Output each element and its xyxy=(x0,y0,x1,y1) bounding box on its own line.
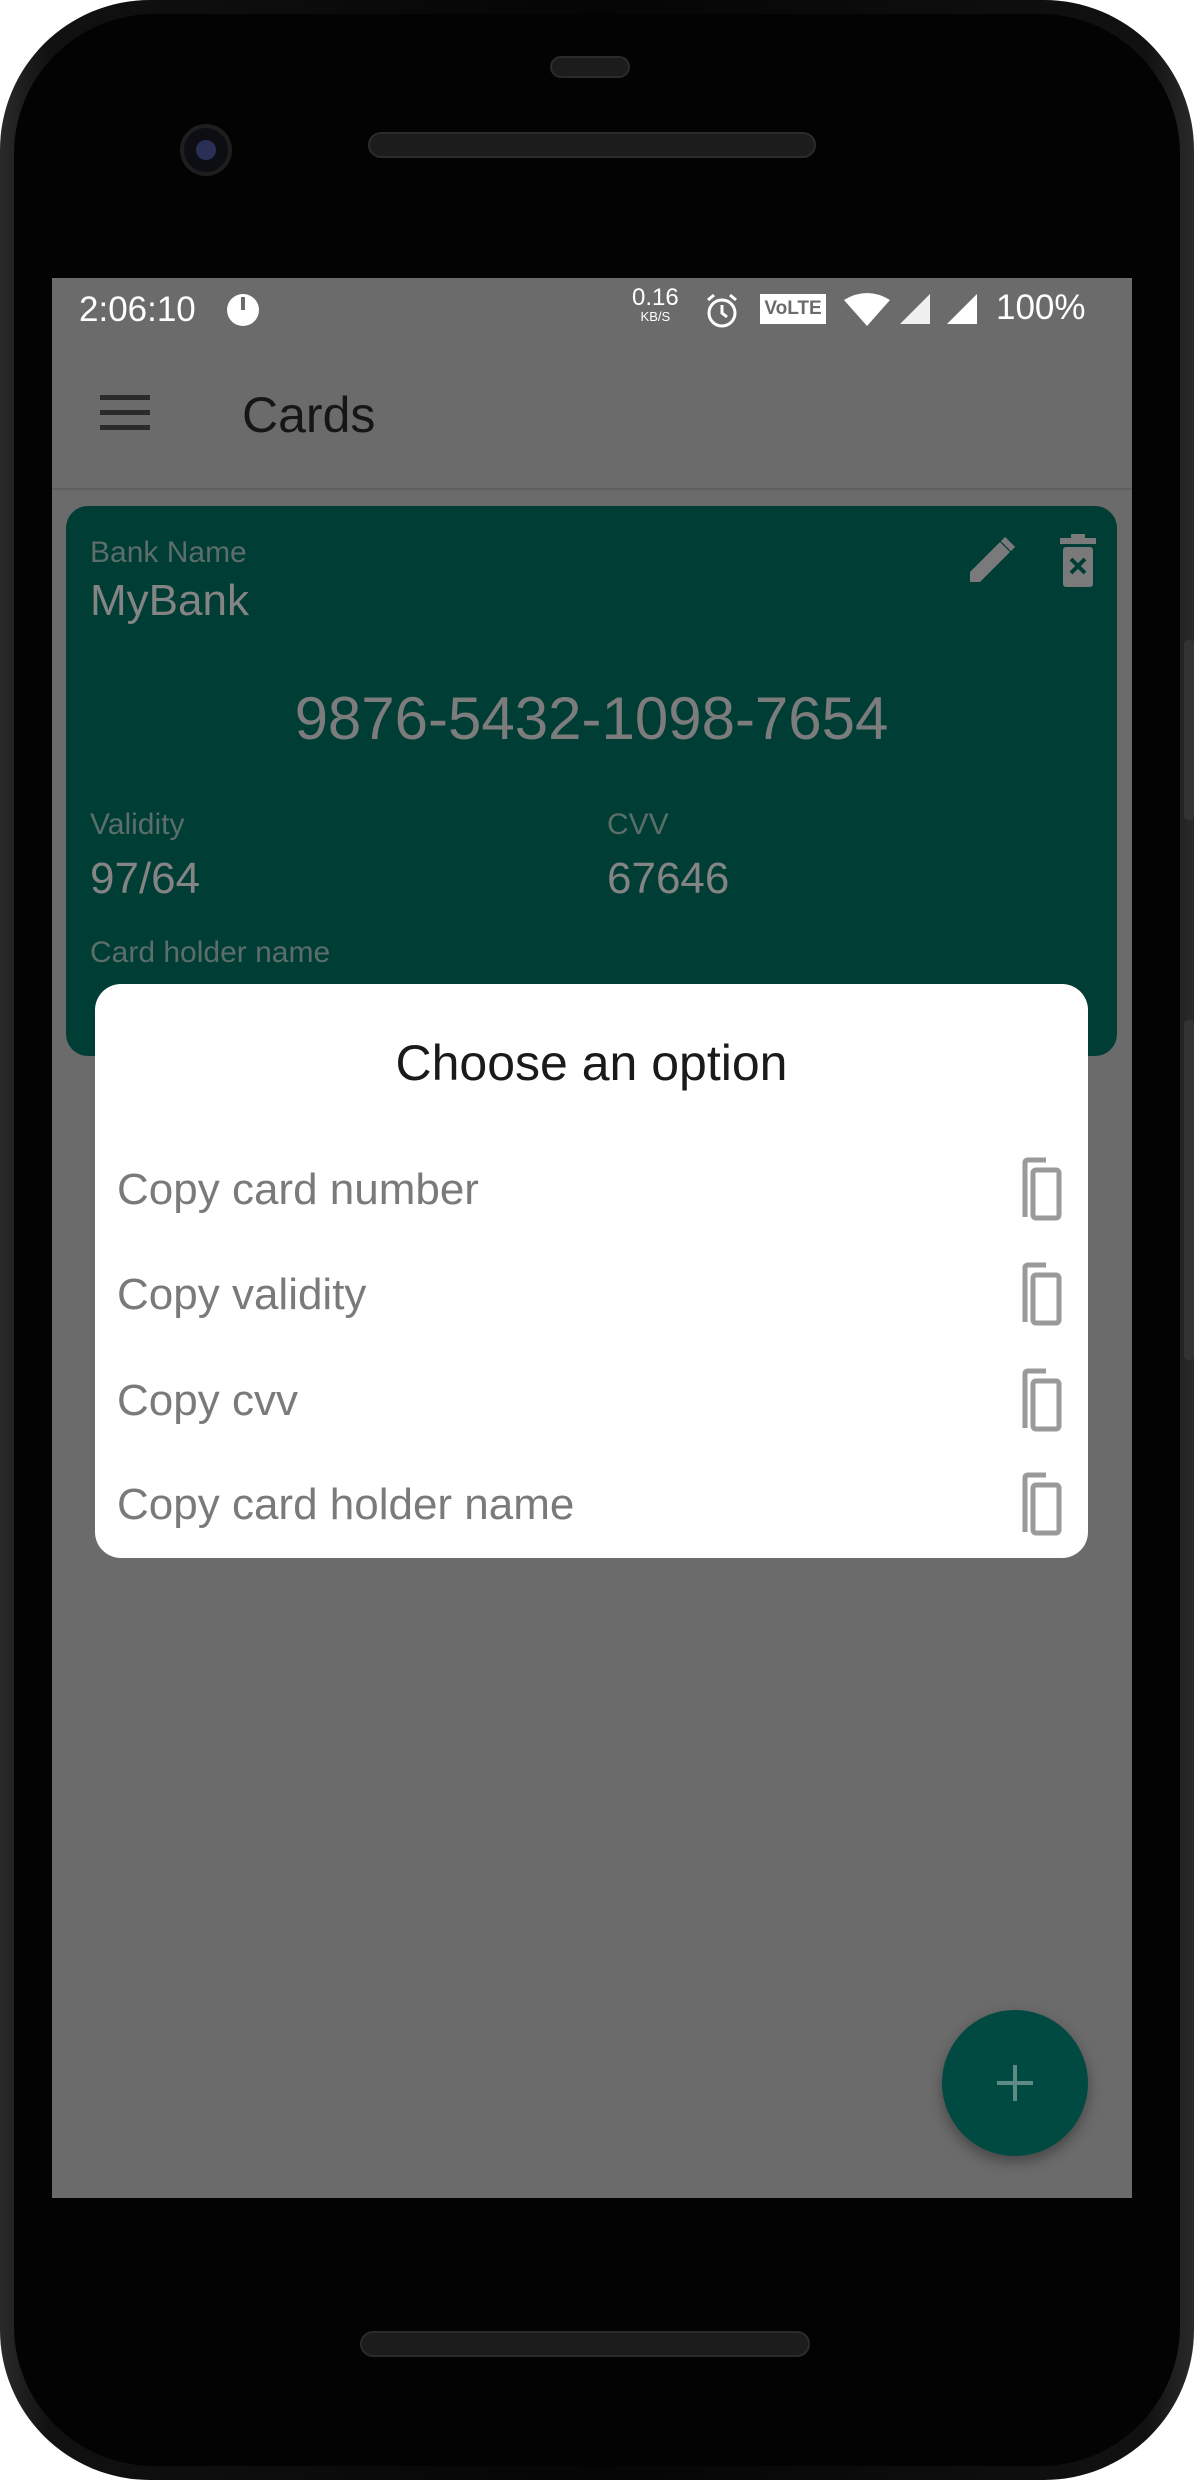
card-holder-label: Card holder name xyxy=(90,936,331,969)
data-saver-icon xyxy=(227,294,259,326)
volte-badge: VoLTE xyxy=(760,294,826,324)
option-item[interactable]: Copy card number xyxy=(95,1139,1088,1244)
signal-icon-2 xyxy=(947,294,977,324)
top-speaker xyxy=(368,132,816,158)
signal-icon xyxy=(900,294,930,324)
bank-name: MyBank xyxy=(90,576,249,625)
dialog-title: Choose an option xyxy=(395,1035,788,1091)
bank-name-label: Bank Name xyxy=(90,536,247,569)
cvv-value: 67646 xyxy=(607,854,730,903)
plus-icon xyxy=(997,2065,1033,2101)
add-card-button[interactable] xyxy=(942,2010,1088,2156)
alarm-icon xyxy=(707,293,737,328)
option-item[interactable]: Copy cvv xyxy=(95,1350,1088,1455)
copy-icon[interactable] xyxy=(1022,1368,1062,1432)
screen: 2:06:10 0.16 KB/S VoLTE 100% Cards Bank … xyxy=(52,278,1132,2198)
validity-value: 97/64 xyxy=(90,854,201,903)
page-title: Cards xyxy=(242,387,376,443)
hamburger-icon[interactable] xyxy=(100,395,150,431)
bank-card[interactable]: Bank Name MyBank 9876-5432-1098-7654 Val… xyxy=(66,506,1117,1056)
volume-button xyxy=(1184,640,1194,820)
delete-icon[interactable] xyxy=(1058,534,1098,588)
option-item[interactable]: Copy card holder name xyxy=(95,1454,1088,1559)
options-dialog: Choose an option Copy card number Copy va… xyxy=(95,984,1088,1558)
front-camera xyxy=(180,124,232,176)
bottom-speaker xyxy=(360,2331,810,2357)
option-label: Copy cvv xyxy=(117,1376,298,1425)
status-bar: 2:06:10 0.16 KB/S VoLTE 100% xyxy=(52,278,1132,340)
wifi-icon xyxy=(844,293,890,326)
battery-level: 100% xyxy=(996,288,1086,327)
validity-label: Validity xyxy=(90,808,185,841)
edit-icon[interactable] xyxy=(966,536,1016,586)
status-time: 2:06:10 xyxy=(79,290,196,329)
option-label: Copy validity xyxy=(117,1270,367,1319)
phone-frame: 2:06:10 0.16 KB/S VoLTE 100% Cards Bank … xyxy=(0,0,1194,2480)
option-item[interactable]: Copy validity xyxy=(95,1244,1088,1349)
card-number: 9876-5432-1098-7654 xyxy=(294,685,889,752)
copy-icon[interactable] xyxy=(1022,1472,1062,1536)
sensor xyxy=(550,56,630,78)
option-label: Copy card holder name xyxy=(117,1480,575,1529)
option-label: Copy card number xyxy=(117,1165,479,1214)
copy-icon[interactable] xyxy=(1022,1262,1062,1326)
power-button xyxy=(1184,1020,1194,1360)
copy-icon[interactable] xyxy=(1022,1157,1062,1221)
app-bar: Cards xyxy=(52,340,1132,490)
net-speed: 0.16 KB/S xyxy=(632,284,679,324)
cvv-label: CVV xyxy=(607,808,669,841)
